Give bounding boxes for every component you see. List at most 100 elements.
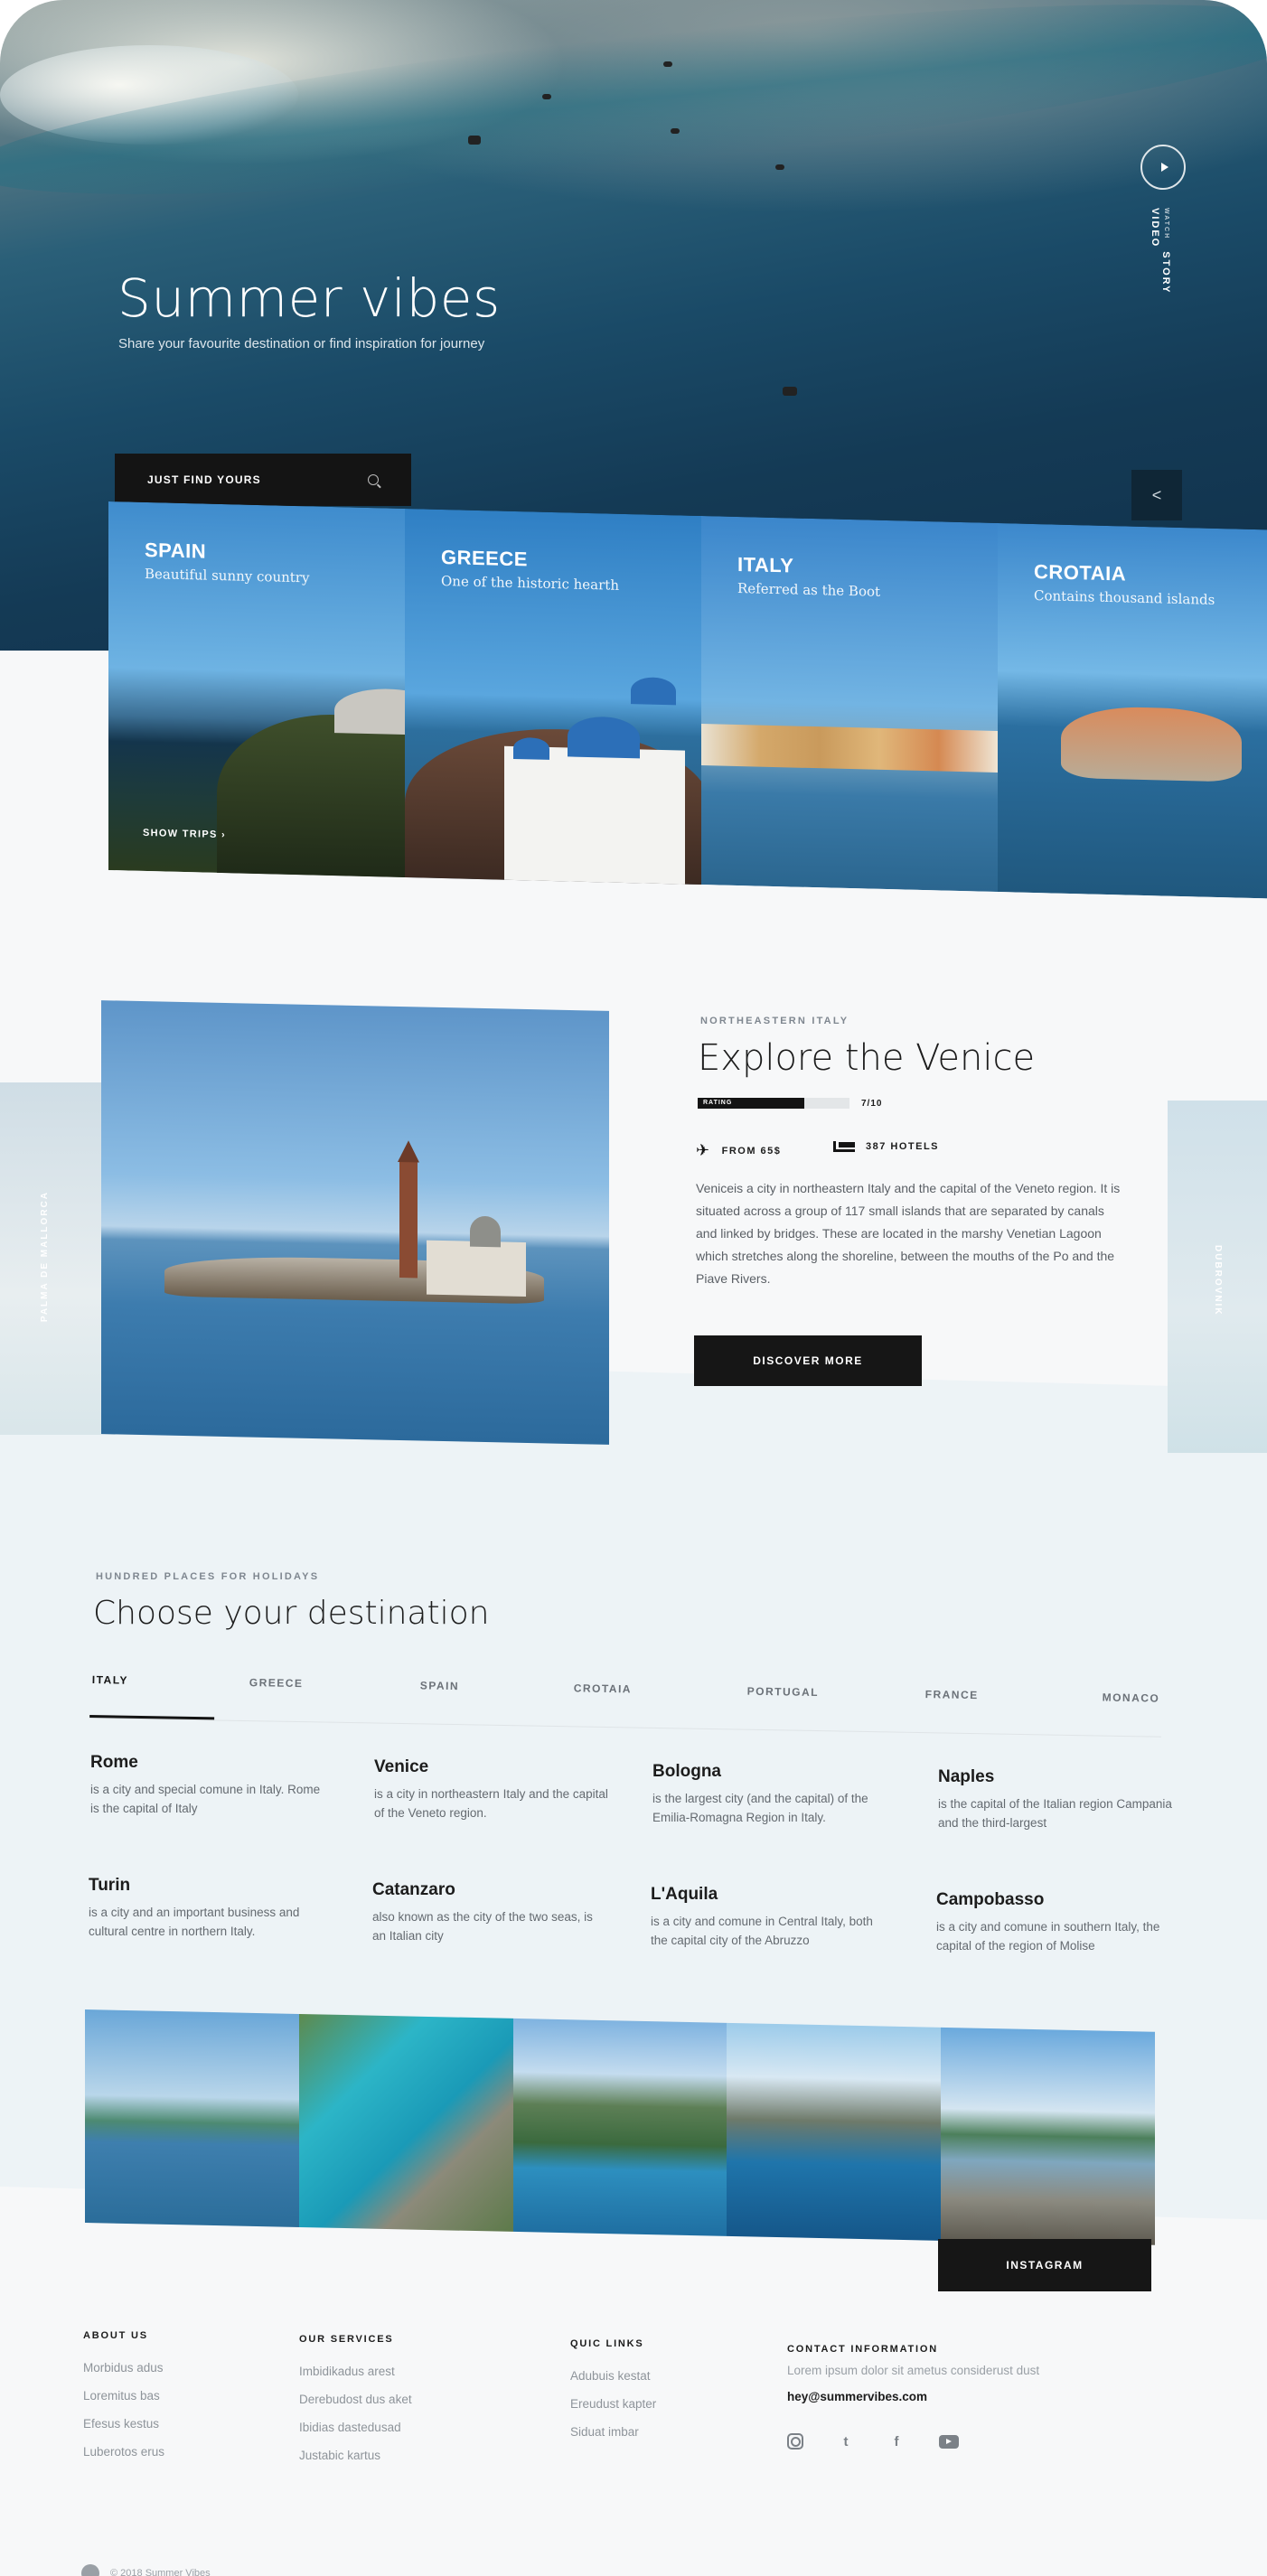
city-item[interactable]: Naples is the capital of the Italian regi…	[938, 1767, 1173, 1832]
city-description: is a city and an important business and …	[89, 1906, 300, 1938]
city-item[interactable]: Venice is a city in northeastern Italy an…	[374, 1757, 609, 1822]
price-text: FROM 65$	[721, 1145, 782, 1157]
search-bar[interactable]: JUST FIND YOURS	[115, 454, 411, 506]
footer-link[interactable]: Ereudust kapter	[570, 2397, 656, 2411]
footer-link[interactable]: Loremitus bas	[83, 2389, 164, 2403]
destinations-kicker: HUNDRED PLACES FOR HOLIDAYS	[96, 1571, 320, 1582]
facebook-icon[interactable]: f	[888, 2433, 905, 2450]
white-houses	[504, 745, 685, 885]
city-description: is a city in northeastern Italy and the …	[374, 1787, 608, 1820]
footer-link[interactable]: Siduat imbar	[570, 2425, 656, 2439]
city-name: Naples	[938, 1767, 995, 1786]
twitter-icon[interactable]: t	[838, 2433, 854, 2450]
city-item[interactable]: Rome is a city and special comune in Ital…	[90, 1753, 325, 1818]
instagram-button[interactable]: INSTAGRAM	[938, 2239, 1151, 2291]
old-town	[1061, 705, 1242, 782]
rating-bar: RATING	[698, 1098, 849, 1109]
copyright-text: © 2018 Summer Vibes	[110, 2568, 211, 2576]
side-slide-label: PALMA DE MALLORCA	[40, 1191, 50, 1323]
gallery-photo[interactable]	[512, 2018, 727, 2236]
card-tagline: Referred as the Boot	[737, 580, 881, 600]
city-item[interactable]: L'Aquila is a city and comune in Central …	[651, 1885, 886, 1950]
destinations-title: Choose your destination	[93, 1595, 490, 1632]
chevron-right-icon: ›	[221, 829, 226, 841]
logo-icon	[81, 2564, 99, 2576]
venice-bell-tower	[399, 1160, 418, 1279]
side-slide-label: DUBROVNIK	[1213, 1245, 1223, 1316]
show-trips-link[interactable]: SHOW TRIPS ›	[143, 828, 226, 840]
footer-link[interactable]: Derebudost dus aket	[299, 2393, 412, 2406]
story-video-small-label: WATCH	[1163, 208, 1169, 240]
city-description: is a city and comune in Central Italy, b…	[651, 1915, 873, 1947]
tab-france[interactable]: FRANCE	[925, 1688, 979, 1701]
city-item[interactable]: Turin is a city and an important business…	[89, 1876, 324, 1941]
surfer	[542, 94, 551, 99]
contact-email[interactable]: hey@summervibes.com	[787, 2390, 1085, 2403]
copyright: © 2018 Summer Vibes	[81, 2564, 211, 2576]
price-info: ✈ FROM 65$	[696, 1141, 781, 1160]
discover-more-button[interactable]: DISCOVER MORE	[694, 1335, 922, 1386]
search-icon[interactable]	[368, 474, 379, 485]
side-slide-right[interactable]: DUBROVNIK	[1168, 1101, 1267, 1453]
tab-spain[interactable]: SPAIN	[420, 1679, 460, 1692]
tab-portugal[interactable]: PORTUGAL	[747, 1685, 820, 1699]
footer-link[interactable]: Ibidias dastedusad	[299, 2421, 412, 2434]
page: Summer vibes Share your favourite destin…	[0, 0, 1267, 2576]
card-greece[interactable]: GREECE One of the historic hearth	[405, 509, 701, 885]
tab-crotaia[interactable]: CROTAIA	[574, 1681, 633, 1695]
card-title: ITALY	[737, 553, 794, 577]
card-title: SPAIN	[145, 538, 207, 563]
explore-description: Veniceis a city in northeastern Italy an…	[696, 1181, 1121, 1286]
card-spain[interactable]: SPAIN Beautiful sunny country SHOW TRIPS…	[108, 501, 405, 878]
explore-kicker: NORTHEASTERN ITALY	[700, 1016, 849, 1026]
gallery-photo[interactable]	[298, 2013, 513, 2232]
footer-link[interactable]: Justabic kartus	[299, 2449, 412, 2462]
tab-italy[interactable]: ITALY	[92, 1673, 128, 1687]
footer-quick-links: QUIC LINKS Adubuis kestat Ereudust kapte…	[570, 2338, 656, 2453]
footer-link[interactable]: Luberotos erus	[83, 2445, 164, 2459]
play-video-button[interactable]	[1140, 145, 1186, 190]
footer-link[interactable]: Imbidikadus arest	[299, 2365, 412, 2378]
footer-about: ABOUT US Morbidus adus Loremitus bas Efe…	[83, 2330, 164, 2473]
city-item[interactable]: Catanzaro also known as the city of the t…	[372, 1880, 607, 1945]
city-name: Bologna	[652, 1762, 721, 1781]
contact-text: Lorem ipsum dolor sit ametus considerust…	[787, 2364, 1040, 2377]
bed-icon	[833, 1141, 855, 1152]
story-video-link[interactable]: WATCH STORY VIDEO	[1150, 208, 1171, 307]
surfer	[663, 61, 672, 67]
city-description: is a city and comune in southern Italy, …	[936, 1920, 1160, 1953]
venice-dome	[470, 1215, 501, 1248]
instagram-icon[interactable]	[787, 2433, 803, 2450]
venice-church	[427, 1240, 526, 1297]
share-button[interactable]: <	[1131, 470, 1182, 520]
surfer	[468, 136, 481, 145]
tab-monaco[interactable]: MONACO	[1103, 1691, 1160, 1705]
gallery-photo[interactable]	[85, 2009, 299, 2227]
city-name: Turin	[89, 1876, 131, 1895]
youtube-icon[interactable]	[939, 2434, 959, 2449]
gallery-photo[interactable]	[727, 2022, 942, 2241]
rating-value: 7/10	[861, 1099, 883, 1109]
footer-heading: CONTACT INFORMATION	[787, 2344, 938, 2355]
colorful-houses	[701, 724, 998, 773]
explore-title: Explore the Venice	[698, 1037, 1036, 1079]
blue-dome	[513, 736, 549, 760]
footer-contact: CONTACT INFORMATION Lorem ipsum dolor si…	[787, 2344, 1085, 2403]
footer-link[interactable]: Morbidus adus	[83, 2361, 164, 2375]
rating-label: RATING	[703, 1100, 733, 1106]
surfer	[671, 128, 680, 134]
gallery-photo[interactable]	[941, 2027, 1155, 2245]
city-item[interactable]: Campobasso is a city and comune in southe…	[936, 1890, 1171, 1955]
footer-link[interactable]: Efesus kestus	[83, 2417, 164, 2431]
hotels-text: 387 HOTELS	[866, 1141, 940, 1152]
card-italy[interactable]: ITALY Referred as the Boot	[701, 516, 998, 893]
hero-subtitle: Share your favourite destination or find…	[118, 336, 485, 351]
city-name: Catanzaro	[372, 1880, 455, 1899]
footer-heading: QUIC LINKS	[570, 2338, 644, 2349]
card-crotaia[interactable]: CROTAIA Contains thousand islands	[998, 523, 1267, 899]
tab-greece[interactable]: GREECE	[249, 1676, 304, 1690]
card-title: CROTAIA	[1034, 560, 1127, 585]
city-item[interactable]: Bologna is the largest city (and the capi…	[652, 1762, 887, 1827]
side-slide-left[interactable]: PALMA DE MALLORCA	[0, 1082, 101, 1435]
footer-link[interactable]: Adubuis kestat	[570, 2369, 656, 2383]
